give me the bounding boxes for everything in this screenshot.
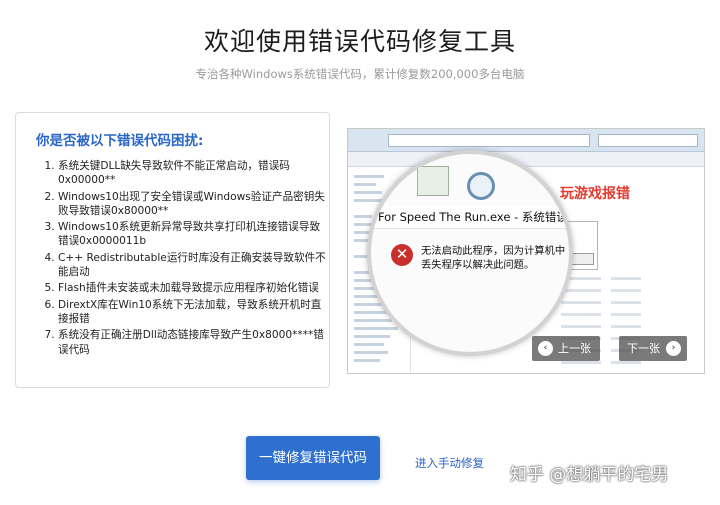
problem-card-heading: 你是否被以下错误代码困扰:	[36, 133, 204, 149]
next-slide-label: 下一张	[627, 342, 660, 355]
problem-list: 系统关键DLL缺失导致软件不能正常启动，错误码0x00000** Windows…	[42, 159, 328, 359]
prev-slide-button[interactable]: ‹ 上一张	[532, 336, 600, 361]
search-box	[598, 134, 698, 147]
address-bar	[388, 134, 590, 147]
error-message: 无法启动此程序，因为计算机中丢失程序以解决此问题。	[421, 245, 566, 271]
page-subtitle: 专治各种Windows系统错误代码，累计修复数200,000多台电脑	[195, 67, 525, 81]
page-title: 欢迎使用错误代码修复工具	[203, 27, 516, 56]
gear-icon	[467, 172, 495, 200]
problem-card: 你是否被以下错误代码困扰: 系统关键DLL缺失导致软件不能正常启动，错误码0x0…	[15, 112, 330, 388]
window-toolbar	[348, 152, 704, 167]
list-item: 系统没有正确注册Dll动态链接库导致产生0x8000****错误代码	[58, 328, 328, 357]
one-click-fix-button[interactable]: 一键修复错误代码	[246, 436, 380, 480]
list-item: 系统关键DLL缺失导致软件不能正常启动，错误码0x00000**	[58, 159, 328, 188]
list-item: Windows10系统更新异常导致共享打印机连接错误导致错误0x0000011b	[58, 220, 328, 249]
watermark: 知乎 @想躺平的宅男	[510, 465, 669, 485]
magnifier-lens: d For Speed The Run.exe - 系统错误 ✕ 无法启动此程序…	[367, 150, 573, 356]
error-x-icon: ✕	[391, 244, 413, 266]
chevron-right-icon: ›	[666, 341, 681, 356]
error-dialog-titlebar: d For Speed The Run.exe - 系统错误	[371, 206, 569, 229]
list-item: C++ Redistributable运行时库没有正确安装导致软件不能启动	[58, 251, 328, 280]
game-error-label: 玩游戏报错	[560, 186, 630, 202]
error-dialog-title: d For Speed The Run.exe - 系统错误	[367, 210, 568, 224]
prev-slide-label: 上一张	[558, 342, 591, 355]
window-titlebar	[348, 129, 704, 152]
list-item: Windows10出现了安全错误或Windows验证产品密钥失败导致错误0x80…	[58, 190, 328, 219]
list-item: Flash插件未安装或未加载导致提示应用程序初始化错误	[58, 281, 328, 295]
next-slide-button[interactable]: 下一张 ›	[619, 336, 687, 361]
list-item: DirextX库在Win10系统下无法加载，导致系统开机时直接报错	[58, 298, 328, 327]
app-file-icon	[417, 166, 449, 196]
chevron-left-icon: ‹	[538, 341, 553, 356]
manual-fix-link[interactable]: 进入手动修复	[415, 455, 484, 471]
